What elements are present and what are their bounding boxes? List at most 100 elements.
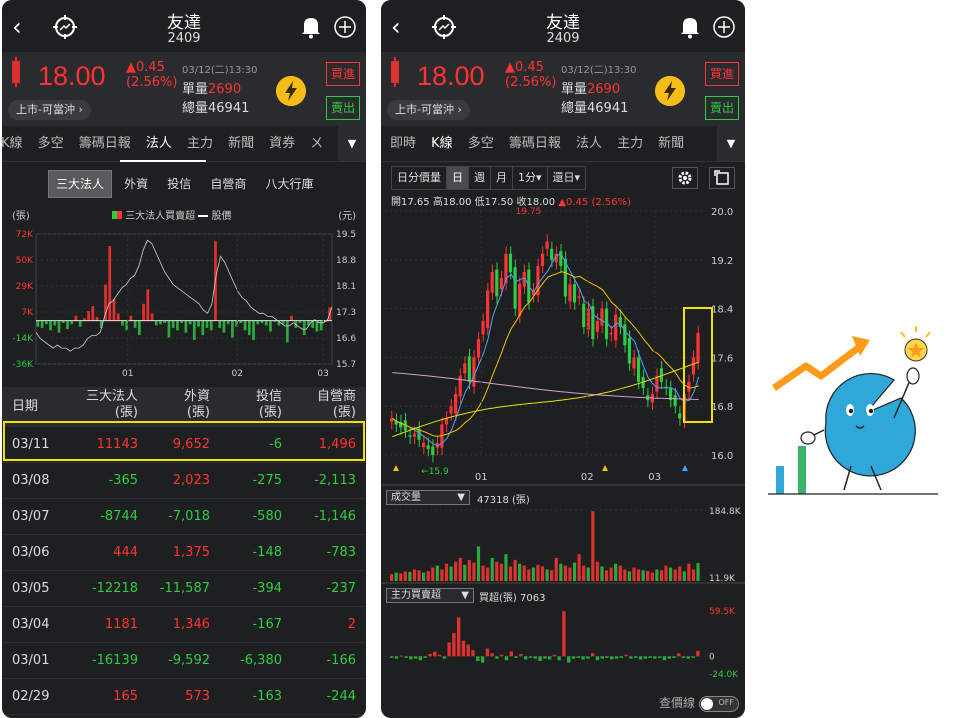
tab-long-short[interactable]: 多空 (33, 126, 69, 161)
volume-bar (609, 567, 613, 581)
volume-bar (403, 571, 407, 581)
tab-major[interactable]: 主力 (182, 126, 218, 161)
row-foreign: -9,592 (168, 653, 210, 668)
row-date: 03/06 (12, 545, 50, 560)
x-tick-label: 02 (581, 472, 594, 483)
institution-bar (95, 317, 99, 321)
subtab-eight-banks[interactable]: 八大行庫 (258, 171, 320, 197)
sell-button[interactable]: 賣出 (326, 96, 360, 120)
market-badge[interactable]: 上市-可當沖 › (387, 100, 470, 120)
volume-bar (563, 565, 567, 581)
volume-bar (504, 554, 508, 581)
tool-minute[interactable]: 1分▾ (512, 166, 548, 190)
main-force-bar (552, 654, 557, 657)
main-force-bar (567, 656, 571, 663)
rotate-icon[interactable] (709, 167, 735, 189)
volume-bar (673, 569, 677, 581)
row-dealer: -237 (326, 581, 356, 596)
subtab-three-institutions[interactable]: 三大法人 (48, 170, 113, 198)
mascot-illustration (768, 326, 938, 495)
lightning-icon[interactable] (655, 76, 685, 106)
left-phone-screen: ‹ 友達 2409 18.00 ▲0.45 (2.56%) 03/12(二)13:… (2, 0, 366, 718)
y-tick-label: -14K (12, 334, 34, 344)
tab-institutional[interactable]: 法人 (141, 126, 177, 161)
institution-bar (142, 303, 145, 321)
table-row[interactable]: 03/06 444 1,375 -148 -783 (2, 535, 366, 571)
tab-news[interactable]: 新聞 (223, 126, 259, 161)
tab-next[interactable]: ㄨ (305, 126, 328, 161)
row-three-institutions: 444 (113, 545, 138, 560)
tool-week[interactable]: 週 (468, 166, 491, 190)
check-line-toggle[interactable]: OFF (699, 696, 739, 712)
main-force-bar (691, 656, 695, 658)
tool-day[interactable]: 日 (446, 166, 469, 190)
volume-bar (499, 563, 503, 581)
row-three-institutions: 165 (113, 689, 138, 704)
y-tick-label: 72K (16, 230, 34, 240)
subtab-trust[interactable]: 投信 (160, 171, 198, 197)
main-force-bar (562, 611, 566, 657)
main-force-bar (581, 656, 585, 660)
tab-k-line[interactable]: K線 (2, 126, 28, 161)
tool-restore[interactable]: 還日▾ (546, 166, 587, 190)
y-right-tick-label: 19.5 (336, 230, 356, 240)
y-tick-label: 50K (16, 256, 34, 266)
tab-major[interactable]: 主力 (612, 126, 648, 161)
price-change: ▲0.45 (2.56%) (505, 60, 557, 90)
volume-bar (623, 569, 627, 581)
volume-bar (696, 562, 700, 581)
tool-daily-price-volume[interactable]: 日分價量 (391, 166, 447, 190)
sell-button[interactable]: 賣出 (705, 96, 739, 120)
volume-bar (632, 567, 636, 581)
tab-margin[interactable]: 資券 (264, 126, 300, 161)
tab-long-short[interactable]: 多空 (463, 126, 499, 161)
gear-icon[interactable] (672, 167, 698, 189)
y-tick-label: 0 (709, 652, 715, 662)
tab-chip-daily[interactable]: 籌碼日報 (504, 126, 566, 161)
volume-bar (463, 564, 467, 581)
main-force-bar (394, 656, 399, 659)
institution-bar (269, 320, 272, 332)
tab-realtime[interactable]: 即時 (385, 126, 421, 161)
add-icon[interactable] (334, 16, 356, 38)
candle-body (609, 333, 613, 335)
market-badge[interactable]: 上市-可當沖 › (8, 100, 91, 120)
volume-select[interactable]: 成交量 ▼ (386, 490, 470, 505)
main-force-select[interactable]: 主力買賣超 ▼ (386, 588, 474, 603)
table-row[interactable]: 03/08 -365 2,023 -275 -2,113 (2, 463, 366, 499)
buy-button[interactable]: 買進 (326, 62, 360, 86)
candle-body (568, 284, 572, 302)
candle-body (495, 269, 499, 297)
institution-bar (243, 320, 247, 331)
more-tabs-dropdown[interactable]: ▼ (717, 126, 745, 161)
institution-bar (264, 320, 268, 326)
bell-icon[interactable] (679, 15, 701, 39)
volume-bar (627, 571, 631, 581)
tab-institutional[interactable]: 法人 (571, 126, 607, 161)
subtab-foreign[interactable]: 外資 (117, 171, 155, 197)
institution-bar (218, 320, 222, 328)
add-icon[interactable] (713, 16, 735, 38)
more-tabs-dropdown[interactable]: ▼ (338, 126, 366, 161)
volume-bar (591, 511, 595, 581)
tab-k-line[interactable]: K線 (426, 126, 458, 161)
main-force-bar (528, 656, 533, 658)
table-row[interactable]: 03/04 1181 1,346 -167 2 (2, 607, 366, 643)
institution-bar (290, 315, 293, 321)
buy-button[interactable]: 買進 (705, 62, 739, 86)
table-row[interactable]: 03/05 -12218 -11,587 -394 -237 (2, 571, 366, 607)
row-foreign: -7,018 (168, 509, 210, 524)
main-force-bar (514, 656, 518, 658)
table-row[interactable]: 02/29 165 573 -163 -244 (2, 679, 366, 715)
tool-month[interactable]: 月 (490, 166, 513, 190)
volume-bar (449, 566, 453, 581)
row-trust: -6,380 (240, 653, 282, 668)
candle-body (632, 357, 636, 369)
subtab-dealer[interactable]: 自營商 (203, 171, 253, 197)
table-row[interactable]: 03/07 -8744 -7,018 -580 -1,146 (2, 499, 366, 535)
tab-chip-daily[interactable]: 籌碼日報 (74, 126, 136, 161)
lightning-icon[interactable] (276, 76, 306, 106)
tab-news[interactable]: 新聞 (653, 126, 689, 161)
table-row[interactable]: 03/01 -16139 -9,592 -6,380 -166 (2, 643, 366, 679)
bell-icon[interactable] (300, 15, 322, 39)
